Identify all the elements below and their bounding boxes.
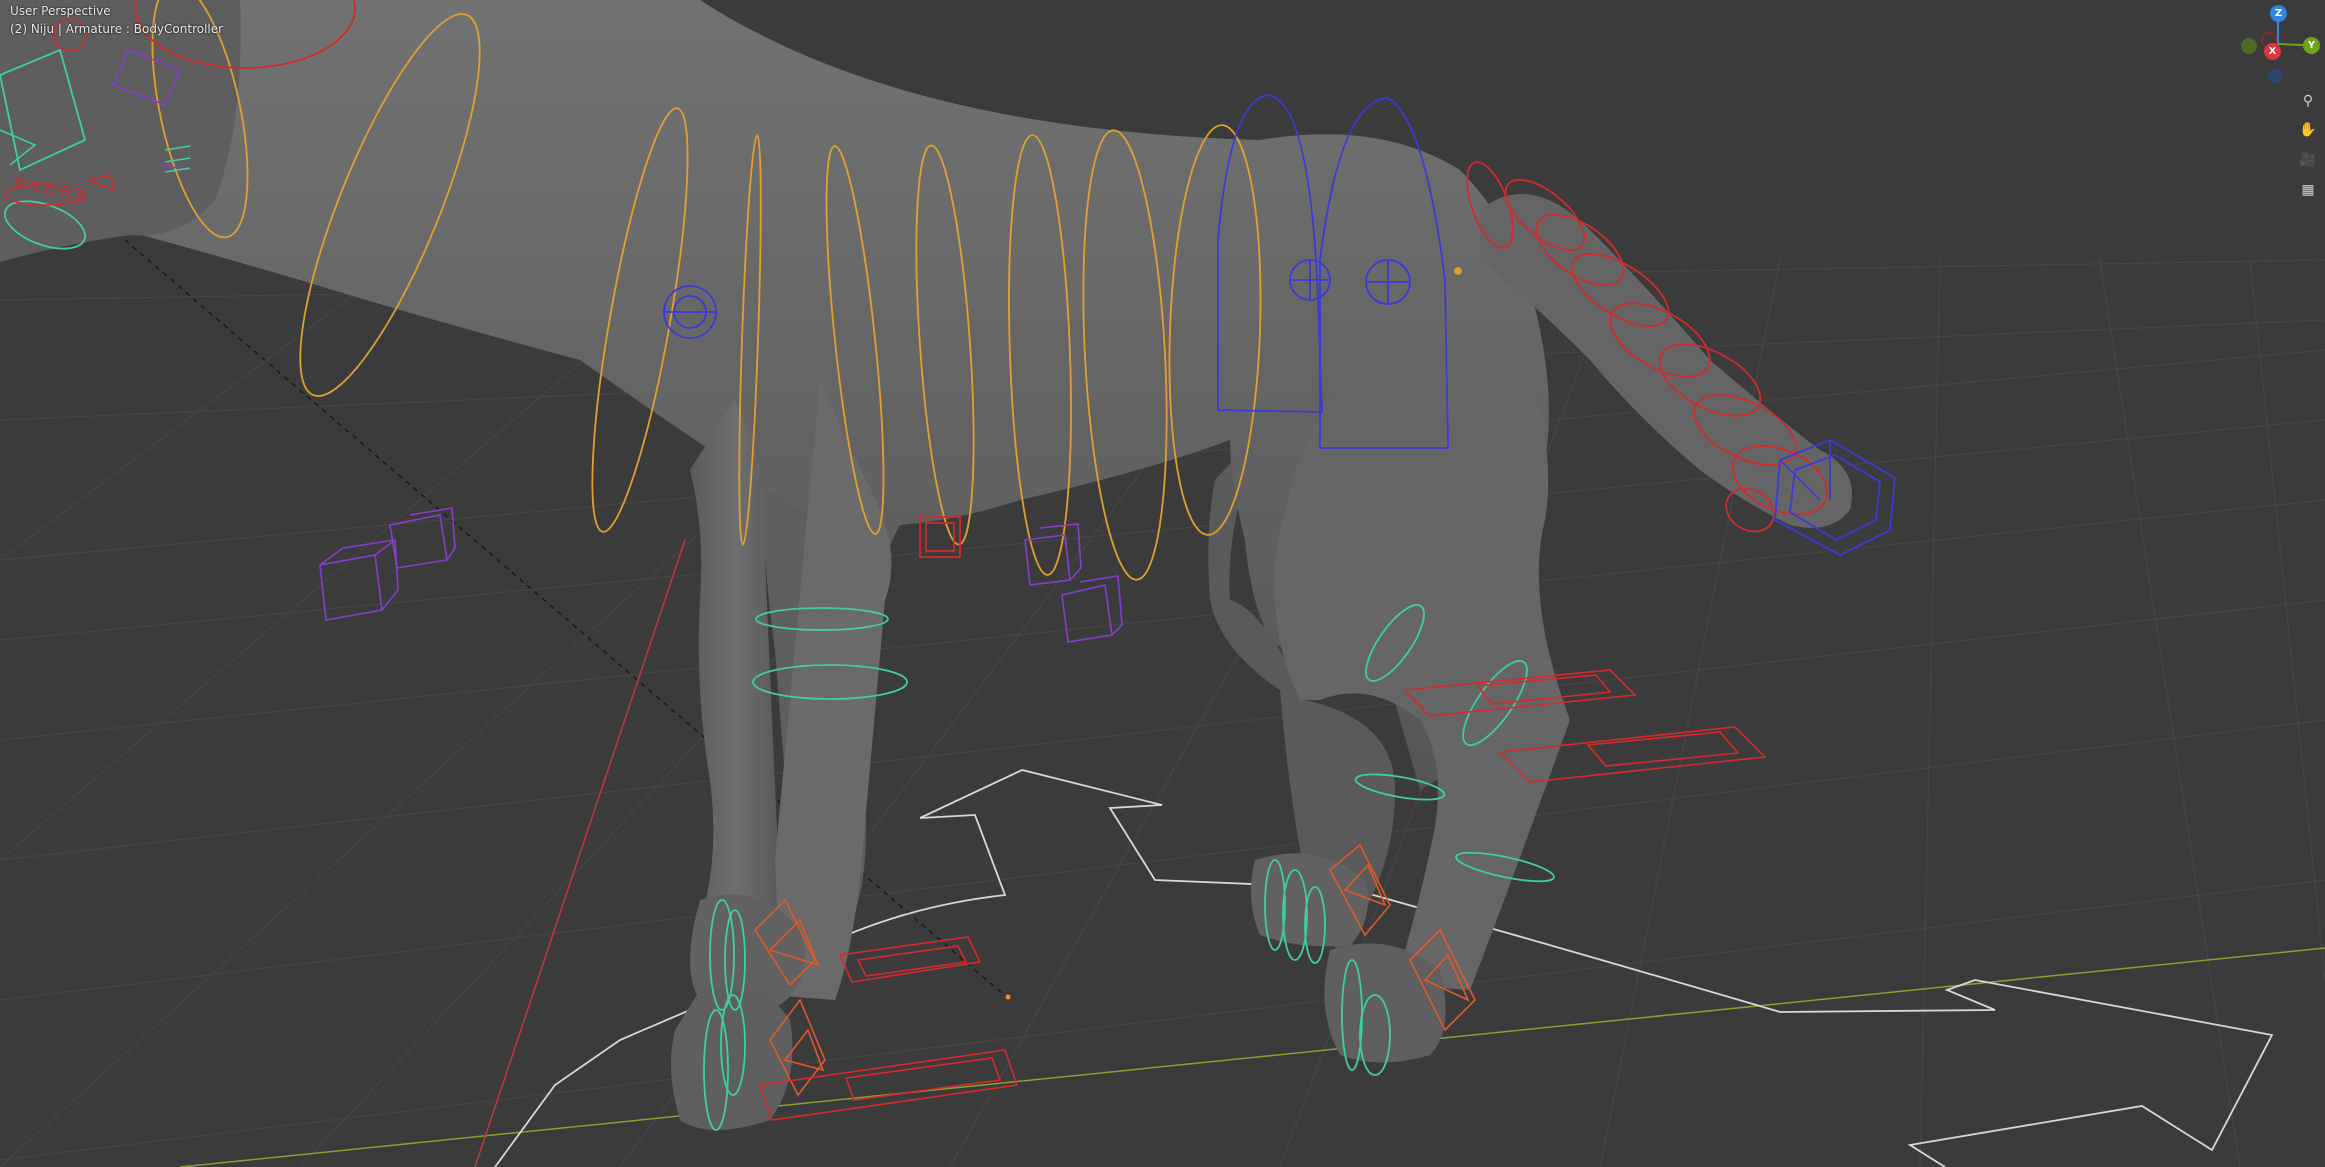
view-name-label: User Perspective — [10, 4, 111, 18]
creature-mesh[interactable] — [0, 0, 1852, 1130]
navigation-gizmo[interactable]: Z Y X — [2237, 0, 2325, 90]
z-axis-icon[interactable]: Z — [2270, 5, 2287, 22]
zoom-icon[interactable]: ⚲ — [2297, 90, 2319, 112]
viewport-scene[interactable] — [0, 0, 2325, 1167]
y-axis-line — [474, 539, 686, 1167]
x-axis-icon[interactable]: X — [2264, 43, 2281, 60]
3d-viewport[interactable]: User Perspective (2) Niju | Armature : B… — [0, 0, 2325, 1167]
active-object-label: (2) Niju | Armature : BodyController — [10, 22, 224, 36]
y-axis-icon[interactable]: Y — [2303, 37, 2320, 54]
camera-view-icon[interactable]: 🎥 — [2297, 149, 2319, 171]
orthographic-grid-icon[interactable]: ▦ — [2297, 179, 2319, 201]
pan-hand-icon[interactable]: ✋ — [2297, 119, 2319, 141]
x-axis-line — [179, 947, 2325, 1167]
